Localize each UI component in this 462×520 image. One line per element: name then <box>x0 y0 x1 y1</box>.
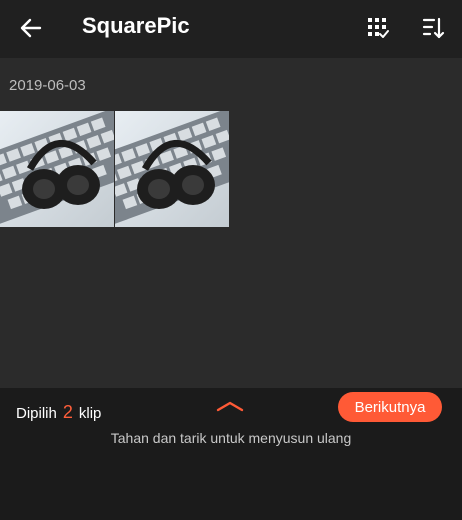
sort-button[interactable] <box>416 11 450 45</box>
photo-thumbnail[interactable] <box>115 111 229 227</box>
next-button[interactable]: Berikutnya <box>338 392 442 422</box>
arrow-left-icon <box>20 18 42 38</box>
headphones-photo <box>115 111 229 227</box>
expand-panel-button[interactable] <box>212 396 248 416</box>
select-all-grid-icon <box>368 18 389 38</box>
selected-prefix: Dipilih <box>16 405 57 422</box>
photo-thumbnail[interactable] <box>0 111 114 227</box>
app-title: SquarePic <box>82 13 190 38</box>
media-gallery: 2019-06-03 <box>0 58 462 388</box>
back-button[interactable] <box>14 11 48 45</box>
selected-count: 2 <box>62 402 73 422</box>
selected-suffix: klip <box>78 405 102 422</box>
headphones-photo <box>0 111 114 227</box>
chevron-up-icon <box>216 401 244 412</box>
reorder-hint: Tahan dan tarik untuk menyusun ulang <box>110 430 352 446</box>
selected-count-label: Dipilih 2 klip <box>16 402 101 423</box>
sort-icon <box>422 17 445 39</box>
selection-panel: Dipilih 2 klip Berikutnya Tahan dan tari… <box>0 388 462 520</box>
date-group-label: 2019-06-03 <box>9 77 86 94</box>
top-app-bar: SquarePic <box>0 0 462 58</box>
select-all-button[interactable] <box>360 11 394 45</box>
